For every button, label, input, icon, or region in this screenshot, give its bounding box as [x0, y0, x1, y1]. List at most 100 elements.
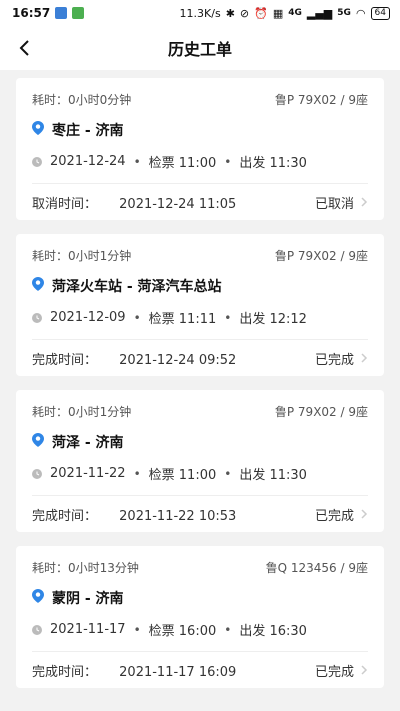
route-text: 菏泽 - 济南 — [52, 435, 124, 451]
order-schedule: 2021-12-24 • 检票 11:00 • 出发 11:30 — [32, 140, 368, 184]
back-icon[interactable] — [12, 36, 36, 60]
result-info: 完成时间： 2021-11-17 16:09 — [32, 661, 236, 680]
result-info: 完成时间： 2021-11-22 10:53 — [32, 505, 236, 524]
app-notification-icon-2 — [72, 7, 85, 19]
order-date: 2021-11-22 — [50, 466, 126, 481]
order-footer: 完成时间： 2021-11-17 16:09 已完成 — [32, 652, 368, 688]
location-pin-icon — [32, 121, 44, 139]
separator-dot: • — [224, 622, 232, 637]
chevron-right-icon — [360, 508, 368, 520]
status-text: 已完成 — [314, 664, 354, 680]
order-header: 耗时：0小时1分钟 鲁P 79X02 / 9座 — [32, 390, 368, 432]
order-card[interactable]: 耗时：0小时0分钟 鲁P 79X02 / 9座 枣庄 - 济南 2021-12-… — [16, 78, 384, 220]
separator-dot: • — [224, 466, 232, 481]
separator-dot: • — [224, 310, 232, 325]
order-footer: 取消时间： 2021-12-24 11:05 已取消 — [32, 184, 368, 220]
check-in-time: 检票 11:00 — [148, 468, 217, 483]
result-time: 2021-11-22 10:53 — [119, 508, 237, 524]
order-duration: 耗时：0小时1分钟 — [32, 248, 132, 263]
result-label: 取消时间： — [32, 196, 98, 212]
bluetooth-icon: ✱ — [225, 6, 235, 20]
order-route: 菏泽 - 济南 — [32, 432, 368, 452]
result-time: 2021-12-24 11:05 — [119, 196, 237, 212]
status-time: 16:57 — [12, 6, 51, 20]
clock-icon — [32, 156, 42, 167]
result-label: 完成时间： — [32, 508, 98, 524]
alarm-icon: ⏰ — [254, 6, 268, 20]
order-schedule: 2021-12-09 • 检票 11:11 • 出发 12:12 — [32, 296, 368, 340]
order-duration: 耗时：0小时13分钟 — [32, 560, 139, 575]
order-header: 耗时：0小时0分钟 鲁P 79X02 / 9座 — [32, 78, 368, 120]
order-card[interactable]: 耗时：0小时1分钟 鲁P 79X02 / 9座 菏泽 - 济南 2021-11-… — [16, 390, 384, 532]
check-in-time: 检票 11:00 — [148, 156, 217, 171]
order-footer: 完成时间： 2021-11-22 10:53 已完成 — [32, 496, 368, 532]
order-route: 菏泽火车站 - 菏泽汽车总站 — [32, 276, 368, 296]
mute-icon: ⊘ — [239, 6, 250, 20]
separator-dot: • — [133, 154, 141, 169]
clock-icon — [32, 468, 42, 479]
status-bar: 16:57 11.3K/s ✱ ⊘ ⏰ ▦ 4G ▂▄▆ 5G ◠ 64 — [0, 0, 400, 26]
order-header: 耗时：0小时1分钟 鲁P 79X02 / 9座 — [32, 234, 368, 276]
status-bar-right: 11.3K/s ✱ ⊘ ⏰ ▦ 4G ▂▄▆ 5G ◠ 64 — [179, 6, 390, 20]
order-status[interactable]: 已完成 — [315, 349, 368, 368]
wifi-icon: ◠ — [355, 6, 366, 20]
check-in-time: 检票 16:00 — [148, 624, 217, 639]
result-label: 完成时间： — [32, 664, 98, 680]
status-text: 已完成 — [314, 508, 354, 524]
order-footer: 完成时间： 2021-12-24 09:52 已完成 — [32, 340, 368, 376]
separator-dot: • — [133, 622, 141, 637]
route-text: 枣庄 - 济南 — [52, 123, 124, 139]
chevron-right-icon — [360, 664, 368, 676]
separator-dot: • — [133, 310, 141, 325]
order-status[interactable]: 已完成 — [315, 661, 368, 680]
result-label: 完成时间： — [32, 352, 98, 368]
result-info: 完成时间： 2021-12-24 09:52 — [32, 349, 236, 368]
location-pin-icon — [32, 277, 44, 295]
order-vehicle: 鲁P 79X02 / 9座 — [274, 248, 368, 263]
depart-time: 出发 12:12 — [239, 312, 307, 327]
order-card[interactable]: 耗时：0小时1分钟 鲁P 79X02 / 9座 菏泽火车站 - 菏泽汽车总站 2… — [16, 234, 384, 376]
chevron-right-icon — [360, 196, 368, 208]
app-notification-icon — [55, 7, 68, 19]
separator-dot: • — [133, 466, 141, 481]
route-text: 蒙阴 - 济南 — [52, 591, 124, 607]
result-info: 取消时间： 2021-12-24 11:05 — [32, 193, 236, 212]
battery-icon: 64 — [370, 6, 390, 20]
check-in-time: 检票 11:11 — [148, 312, 217, 327]
clock-icon — [32, 312, 42, 323]
order-schedule: 2021-11-17 • 检票 16:00 • 出发 16:30 — [32, 608, 368, 652]
order-vehicle: 鲁P 79X02 / 9座 — [274, 92, 368, 107]
order-duration: 耗时：0小时0分钟 — [32, 92, 132, 107]
depart-time: 出发 16:30 — [239, 624, 307, 639]
page-title: 历史工单 — [167, 40, 232, 59]
signal-4g-icon: 4G — [288, 8, 302, 18]
order-schedule: 2021-11-22 • 检票 11:00 • 出发 11:30 — [32, 452, 368, 496]
separator-dot: • — [224, 154, 232, 169]
order-date: 2021-12-24 — [50, 154, 126, 169]
depart-time: 出发 11:30 — [239, 156, 307, 171]
network-speed: 11.3K/s — [179, 6, 221, 20]
status-text: 已取消 — [314, 196, 354, 212]
order-date: 2021-11-17 — [50, 622, 126, 637]
status-text: 已完成 — [314, 352, 354, 368]
order-status[interactable]: 已取消 — [315, 193, 368, 212]
result-time: 2021-12-24 09:52 — [119, 352, 237, 368]
order-header: 耗时：0小时13分钟 鲁Q 123456 / 9座 — [32, 546, 368, 588]
order-vehicle: 鲁P 79X02 / 9座 — [274, 404, 368, 419]
order-date: 2021-12-09 — [50, 310, 126, 325]
hd-icon: ▦ — [272, 6, 284, 20]
location-pin-icon — [32, 589, 44, 607]
order-vehicle: 鲁Q 123456 / 9座 — [265, 560, 368, 575]
order-duration: 耗时：0小时1分钟 — [32, 404, 132, 419]
order-list: 耗时：0小时0分钟 鲁P 79X02 / 9座 枣庄 - 济南 2021-12-… — [16, 78, 384, 702]
route-text: 菏泽火车站 - 菏泽汽车总站 — [52, 279, 222, 295]
chevron-right-icon — [360, 352, 368, 364]
order-card[interactable]: 耗时：0小时13分钟 鲁Q 123456 / 9座 蒙阴 - 济南 2021-1… — [16, 546, 384, 688]
location-pin-icon — [32, 433, 44, 451]
order-status[interactable]: 已完成 — [315, 505, 368, 524]
result-time: 2021-11-17 16:09 — [119, 664, 237, 680]
signal-5g-icon: 5G — [337, 8, 351, 18]
clock-icon — [32, 624, 42, 635]
nav-bar: 历史工单 — [0, 26, 400, 70]
depart-time: 出发 11:30 — [239, 468, 307, 483]
